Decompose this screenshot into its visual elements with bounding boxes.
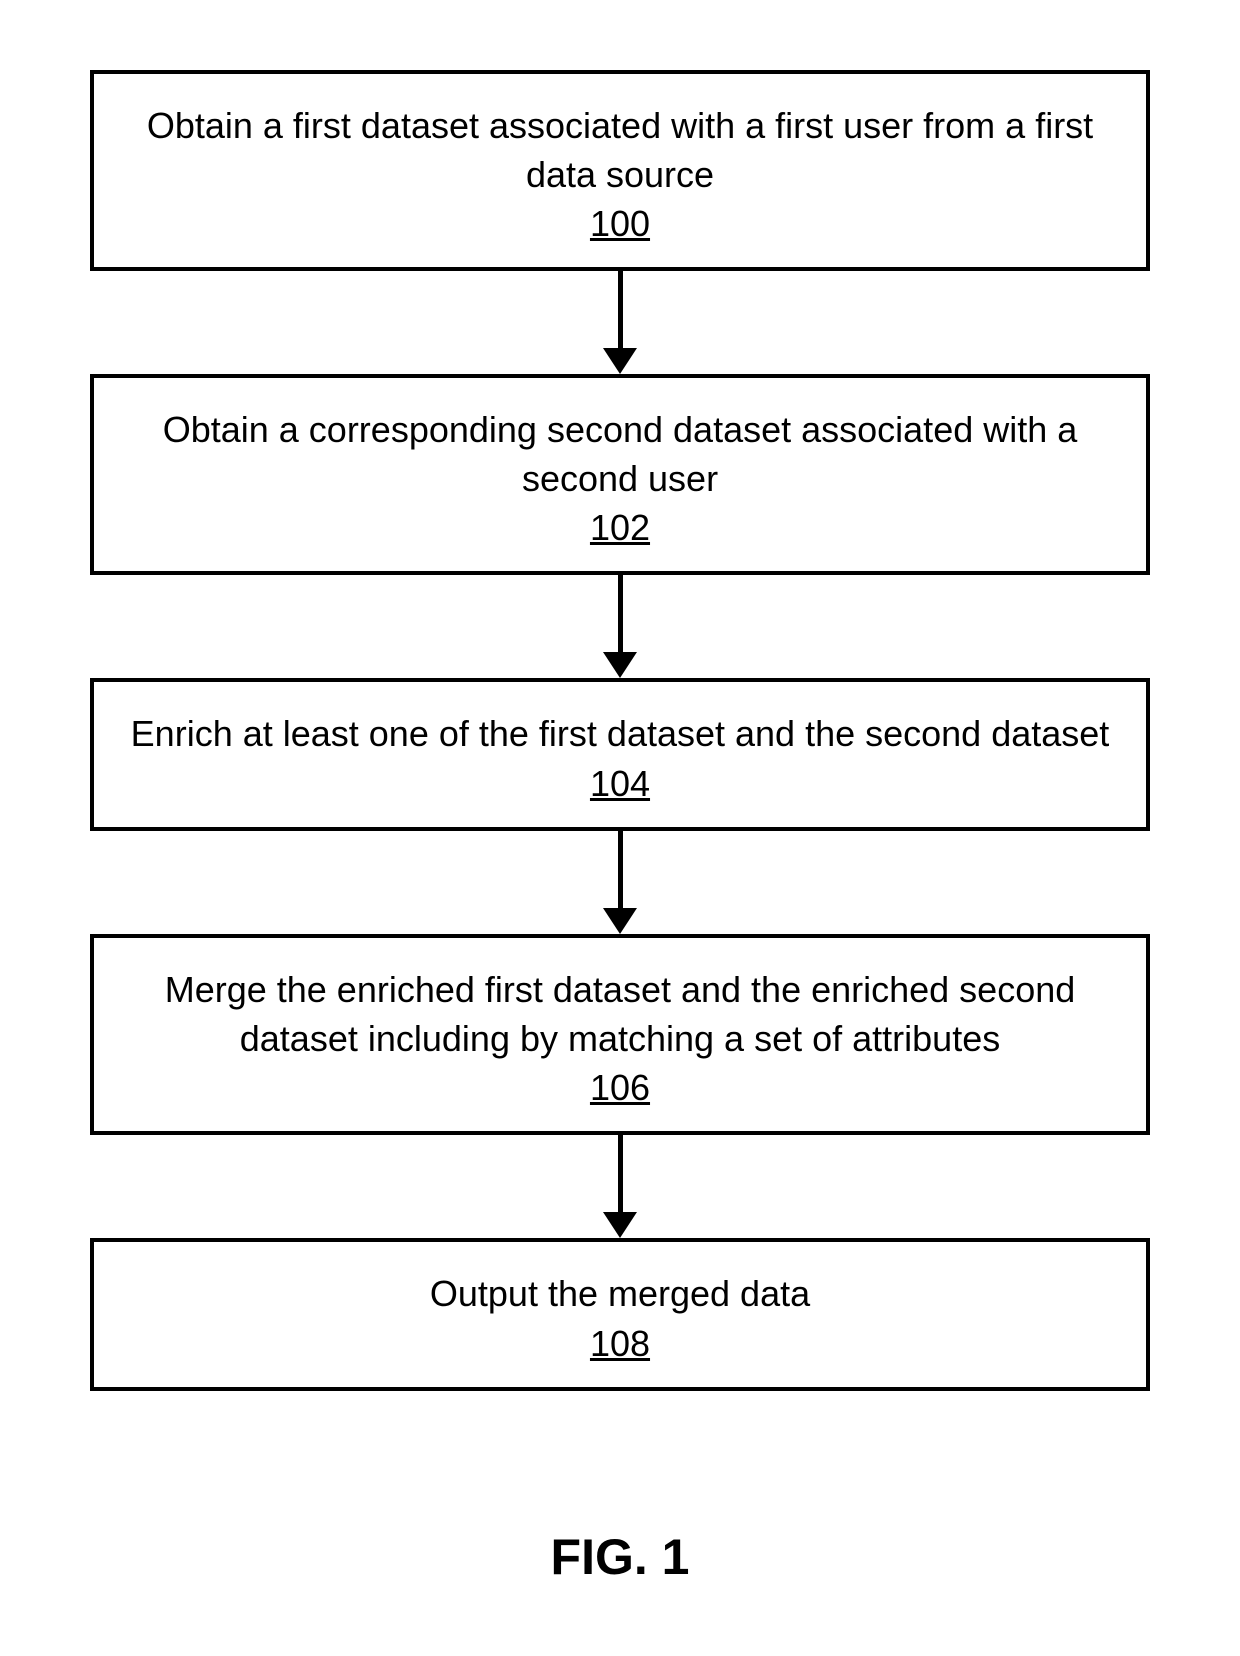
arrow-icon — [603, 271, 637, 374]
step-ref: 102 — [590, 507, 650, 549]
figure-label: FIG. 1 — [551, 1528, 690, 1586]
flowchart-step-108: Output the merged data 108 — [90, 1238, 1150, 1391]
arrow-icon — [603, 831, 637, 934]
step-text: Obtain a corresponding second dataset as… — [124, 406, 1116, 503]
flowchart-step-102: Obtain a corresponding second dataset as… — [90, 374, 1150, 575]
step-ref: 106 — [590, 1067, 650, 1109]
flowchart-step-100: Obtain a first dataset associated with a… — [90, 70, 1150, 271]
flowchart-step-104: Enrich at least one of the first dataset… — [90, 678, 1150, 831]
step-ref: 100 — [590, 203, 650, 245]
step-ref: 104 — [590, 763, 650, 805]
step-text: Enrich at least one of the first dataset… — [124, 710, 1116, 759]
arrow-icon — [603, 1135, 637, 1238]
step-text: Output the merged data — [124, 1270, 1116, 1319]
arrow-icon — [603, 575, 637, 678]
flowchart-step-106: Merge the enriched first dataset and the… — [90, 934, 1150, 1135]
step-text: Obtain a first dataset associated with a… — [124, 102, 1116, 199]
step-ref: 108 — [590, 1323, 650, 1365]
step-text: Merge the enriched first dataset and the… — [124, 966, 1116, 1063]
flowchart-container: Obtain a first dataset associated with a… — [90, 70, 1150, 1391]
